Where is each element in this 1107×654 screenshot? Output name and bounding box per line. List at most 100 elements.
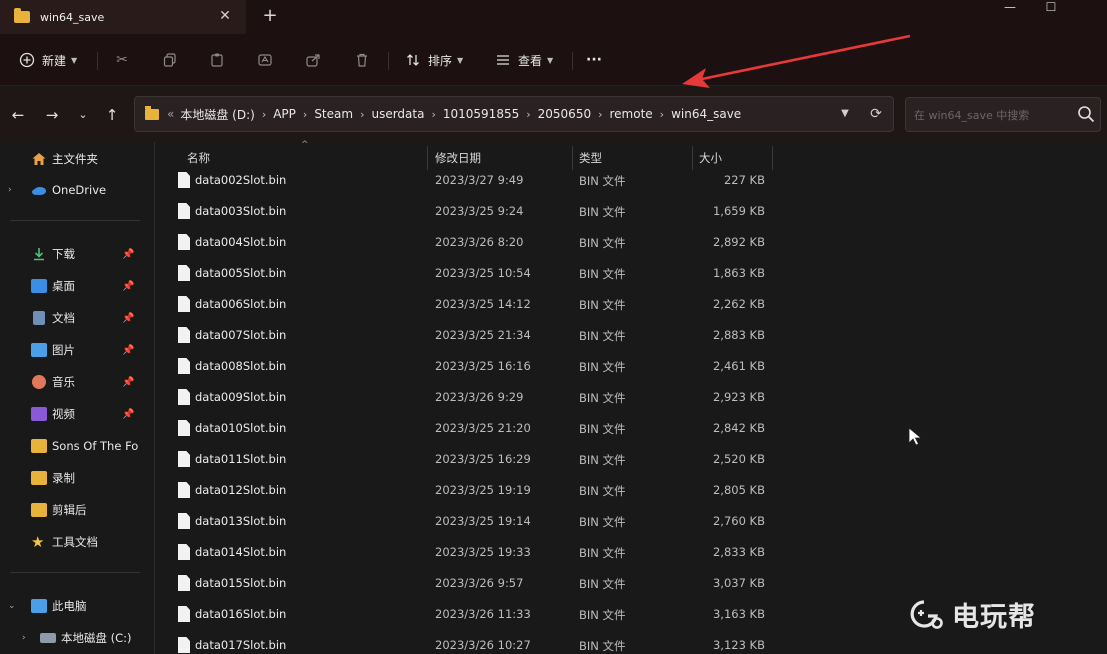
chevron-right-icon[interactable]: ›	[303, 108, 307, 121]
pin-icon[interactable]: 📌	[122, 377, 134, 388]
more-options-button[interactable]: ···	[586, 48, 602, 72]
new-button[interactable]: 新建 ▼	[16, 48, 77, 72]
file-row[interactable]: data011Slot.bin 2023/3/25 16:29 BIN 文件 2,52…	[160, 445, 780, 476]
breadcrumb-win64-save[interactable]: win64_save	[671, 107, 741, 121]
breadcrumb-remote[interactable]: remote	[610, 107, 653, 121]
sidebar-item-sons-of-the-forest[interactable]: Sons Of The Forest	[0, 433, 150, 459]
pin-icon[interactable]: 📌	[122, 345, 134, 356]
file-row[interactable]: data013Slot.bin 2023/3/25 19:14 BIN 文件 2,76…	[160, 507, 780, 538]
new-tab-button[interactable]: +	[260, 6, 280, 26]
file-row[interactable]: data015Slot.bin 2023/3/26 9:57 BIN 文件 3,037…	[160, 569, 780, 600]
file-row[interactable]: data008Slot.bin 2023/3/25 16:16 BIN 文件 2,46…	[160, 352, 780, 383]
chevron-right-icon[interactable]: ›	[8, 185, 18, 195]
sidebar-item-edited[interactable]: 剪辑后	[0, 497, 150, 523]
sort-button[interactable]: 排序 ▼	[402, 48, 463, 72]
search-icon[interactable]	[1076, 104, 1096, 124]
file-date: 2023/3/25 21:20	[435, 421, 531, 435]
file-row[interactable]: data006Slot.bin 2023/3/25 14:12 BIN 文件 2,26…	[160, 290, 780, 321]
file-row[interactable]: data003Slot.bin 2023/3/25 9:24 BIN 文件 1,659…	[160, 197, 780, 228]
column-header-date[interactable]: 修改日期	[435, 150, 481, 166]
tab-title: win64_save	[40, 10, 105, 24]
command-toolbar: 新建 ▼ ✂ 排序 ▼ 查看 ▼ ···	[0, 34, 1107, 86]
chevron-right-icon[interactable]: ›	[431, 108, 435, 121]
up-arrow-icon[interactable]: ↑	[101, 104, 123, 126]
file-size: 2,923 KB	[712, 390, 765, 404]
refresh-icon[interactable]: ⟳	[865, 103, 887, 125]
column-header-type[interactable]: 类型	[579, 150, 602, 166]
chevron-right-icon[interactable]: ›	[262, 108, 266, 121]
breadcrumb-app-id[interactable]: 2050650	[538, 107, 591, 121]
pin-icon[interactable]: 📌	[122, 313, 134, 324]
rename-icon	[254, 49, 276, 71]
search-box[interactable]	[905, 97, 1101, 132]
sidebar-item-documents[interactable]: 文档 📌	[0, 305, 150, 331]
sidebar-item-videos[interactable]: 视频 📌	[0, 401, 150, 427]
sidebar-item-pictures[interactable]: 图片 📌	[0, 337, 150, 363]
cut-button[interactable]: ✂	[111, 48, 133, 72]
tab-win64-save[interactable]: win64_save ✕	[0, 0, 246, 34]
column-header-size[interactable]: 大小	[699, 150, 722, 166]
copy-button[interactable]	[159, 48, 181, 72]
chevron-right-icon[interactable]: ›	[598, 108, 602, 121]
document-icon	[33, 311, 45, 325]
file-row[interactable]: data002Slot.bin 2023/3/27 9:49 BIN 文件 227 K…	[160, 166, 780, 197]
rename-button[interactable]	[254, 48, 276, 72]
breadcrumb-userdata[interactable]: userdata	[371, 107, 424, 121]
search-input[interactable]	[914, 106, 1074, 124]
sidebar-item-tool-docs[interactable]: ★ 工具文档	[0, 529, 150, 555]
file-icon	[178, 203, 190, 219]
minimize-button[interactable]: —	[987, 0, 1033, 16]
sidebar-item-downloads[interactable]: 下载 📌	[0, 241, 150, 267]
file-row[interactable]: data010Slot.bin 2023/3/25 21:20 BIN 文件 2,84…	[160, 414, 780, 445]
sidebar-item-home[interactable]: 主文件夹	[0, 146, 150, 172]
breadcrumb-steam[interactable]: Steam	[314, 107, 353, 121]
annotation-arrow	[682, 34, 911, 88]
file-icon	[178, 172, 190, 188]
file-row[interactable]: data009Slot.bin 2023/3/26 9:29 BIN 文件 2,923…	[160, 383, 780, 414]
file-row[interactable]: data004Slot.bin 2023/3/26 8:20 BIN 文件 2,892…	[160, 228, 780, 259]
maximize-button[interactable]: ☐	[1028, 0, 1074, 16]
forward-arrow-icon[interactable]: →	[41, 104, 63, 126]
file-row[interactable]: data017Slot.bin 2023/3/26 10:27 BIN 文件 3,12…	[160, 631, 780, 654]
share-button[interactable]	[302, 48, 324, 72]
pin-icon[interactable]: 📌	[122, 249, 134, 260]
pin-icon[interactable]: 📌	[122, 409, 134, 420]
file-row[interactable]: data014Slot.bin 2023/3/25 19:33 BIN 文件 2,83…	[160, 538, 780, 569]
file-row[interactable]: data007Slot.bin 2023/3/25 21:34 BIN 文件 2,88…	[160, 321, 780, 352]
file-row[interactable]: data016Slot.bin 2023/3/26 11:33 BIN 文件 3,16…	[160, 600, 780, 631]
pin-icon[interactable]: 📌	[122, 281, 134, 292]
paste-button[interactable]	[206, 48, 228, 72]
chevron-right-icon[interactable]: ›	[526, 108, 530, 121]
back-arrow-icon[interactable]: ←	[7, 104, 29, 126]
chevron-down-icon[interactable]: ⌄	[8, 601, 18, 611]
sidebar-item-desktop[interactable]: 桌面 📌	[0, 273, 150, 299]
sidebar-item-onedrive[interactable]: › OneDrive	[0, 177, 150, 203]
file-size: 1,659 KB	[712, 204, 765, 218]
address-bar[interactable]: « 本地磁盘 (D:) › APP › Steam › userdata › 1…	[134, 96, 894, 132]
file-row[interactable]: data005Slot.bin 2023/3/25 10:54 BIN 文件 1,86…	[160, 259, 780, 290]
file-size: 2,760 KB	[712, 514, 765, 528]
recent-chevron-icon[interactable]: ⌄	[72, 104, 94, 126]
column-header-name[interactable]: 名称	[187, 150, 210, 166]
file-row[interactable]: data012Slot.bin 2023/3/25 19:19 BIN 文件 2,80…	[160, 476, 780, 507]
address-history-chevron-icon[interactable]: ▼	[835, 104, 855, 124]
breadcrumb-user-id[interactable]: 1010591855	[443, 107, 519, 121]
file-type: BIN 文件	[579, 174, 626, 188]
chevron-right-icon[interactable]: ›	[660, 108, 664, 121]
file-type: BIN 文件	[579, 422, 626, 436]
delete-button[interactable]	[351, 48, 373, 72]
view-button[interactable]: 查看 ▼	[492, 48, 553, 72]
breadcrumb-overflow[interactable]: «	[167, 107, 174, 121]
sidebar-item-recordings[interactable]: 录制	[0, 465, 150, 491]
toolbar-divider	[572, 52, 573, 70]
tab-close-icon[interactable]: ✕	[216, 7, 234, 25]
chevron-right-icon[interactable]: ›	[22, 633, 32, 643]
sidebar-item-music[interactable]: 音乐 📌	[0, 369, 150, 395]
breadcrumb-app[interactable]: APP	[273, 107, 296, 121]
sidebar-item-this-pc[interactable]: ⌄ 此电脑	[0, 593, 150, 619]
sidebar-item-drive-c[interactable]: › 本地磁盘 (C:)	[0, 625, 150, 651]
file-type: BIN 文件	[579, 236, 626, 250]
sidebar-item-label: 桌面	[52, 279, 75, 293]
breadcrumb-drive-d[interactable]: 本地磁盘 (D:)	[180, 106, 254, 123]
chevron-right-icon[interactable]: ›	[360, 108, 364, 121]
